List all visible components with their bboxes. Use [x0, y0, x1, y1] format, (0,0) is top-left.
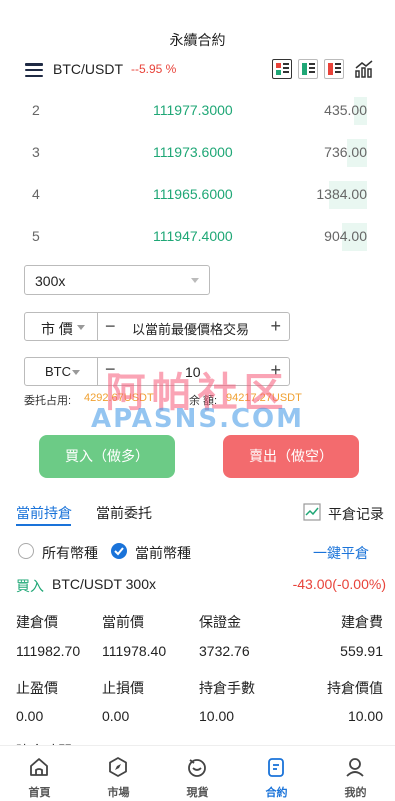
tabbar-contract[interactable]: 合約 [237, 746, 316, 801]
quantity-unit-label: BTC [45, 364, 71, 379]
tabbar-contract-label: 合約 [265, 787, 288, 799]
quantity-unit-select[interactable]: BTC [25, 358, 98, 385]
quantity-minus-button[interactable]: − [105, 359, 116, 380]
page-title: 永續合約 [169, 32, 226, 48]
order-book-qty: 736.00 [324, 144, 367, 160]
order-book-row[interactable]: 2 111977.3000 435.00 [0, 90, 395, 132]
active-tab-indicator [16, 524, 71, 526]
order-book-row[interactable]: 4 111965.6000 1384.00 [0, 174, 395, 216]
position-tabs: 當前持倉 當前委托 平倉记录 [0, 503, 395, 527]
order-book-price: 111973.6000 [153, 144, 233, 160]
position-field-label: 止盈價 [16, 680, 58, 696]
position-field-label: 建倉費 [341, 614, 383, 630]
price-plus-button[interactable]: + [270, 316, 281, 337]
watermark-url: APASNS.COM [90, 404, 305, 434]
position-field-value: 10.00 [199, 708, 235, 724]
order-type-label: 市 價 [41, 321, 73, 337]
tabbar-home[interactable]: 首頁 [0, 746, 79, 801]
order-book-index: 2 [32, 102, 40, 118]
tabbar-market-label: 市場 [107, 787, 130, 799]
tabbar-spot[interactable]: 現貨 [158, 746, 237, 801]
buy-long-button[interactable]: 買入（做多） [39, 435, 175, 478]
tabbar-home-label: 首頁 [28, 787, 51, 799]
leverage-select[interactable]: 300x [24, 265, 210, 295]
tab-current-orders[interactable]: 當前委托 [96, 503, 152, 523]
position-field-value: 3732.76 [199, 643, 250, 659]
order-book-row[interactable]: 5 111947.4000 904.00 [0, 216, 395, 258]
user-icon [346, 758, 364, 777]
book-both-view-icon[interactable] [272, 59, 292, 79]
best-price-text: 以當前最優價格交易 [132, 322, 250, 337]
position-field-label: 止損價 [102, 680, 144, 696]
order-book-qty: 435.00 [324, 102, 367, 118]
order-book-qty: 904.00 [324, 228, 367, 244]
order-book-price: 111947.4000 [153, 228, 233, 244]
current-symbol-radio[interactable] [111, 543, 127, 559]
spot-icon [188, 759, 206, 777]
compass-icon [109, 757, 127, 777]
margin-value: 4292.67USDT [84, 392, 154, 404]
menu-icon[interactable] [25, 63, 43, 78]
kline-chart-icon[interactable] [354, 59, 374, 79]
position-field-value: 10.00 [347, 708, 383, 724]
leverage-value: 300x [35, 273, 66, 289]
all-symbols-label: 所有幣種 [42, 545, 98, 561]
tabbar-spot-label: 現貨 [186, 787, 209, 799]
position-field-value: 111978.40 [102, 643, 167, 659]
position-field-label: 當前價 [102, 614, 144, 630]
position-field-value: 0.00 [16, 708, 44, 724]
position-field-value: 0.00 [102, 708, 130, 724]
quantity-row: BTC − 10 + [24, 357, 290, 386]
contract-header: BTC/USDT --5.95 % [0, 58, 395, 84]
position-pnl: -43.00(-0.00%) [292, 576, 386, 592]
position-field-value: 559.91 [340, 643, 383, 659]
order-book-qty: 1384.00 [316, 186, 367, 202]
quantity-input[interactable]: 10 [185, 364, 201, 380]
funds-info: 委托占用: 4292.67USDT 余 額: 94217.27USDT [24, 392, 384, 407]
position-field-label: 保證金 [199, 614, 241, 630]
all-symbols-radio[interactable] [18, 543, 34, 559]
home-icon [30, 758, 48, 776]
order-book-index: 4 [32, 186, 40, 202]
position-field-label: 建倉價 [16, 614, 58, 630]
position-header: 買入 BTC/USDT 300x -43.00(-0.00%) [16, 576, 386, 594]
order-book-row[interactable]: 3 111973.6000 736.00 [0, 132, 395, 174]
chevron-down-icon [77, 325, 85, 330]
balance-label: 余 額: [189, 395, 218, 407]
tabbar-market[interactable]: 市場 [79, 746, 158, 801]
order-book-price: 111965.6000 [153, 186, 233, 202]
position-field-label: 持倉手數 [199, 680, 255, 696]
bottom-tab-bar: 首頁 市場 現貨 合約 我的 [0, 745, 395, 801]
pair-symbol[interactable]: BTC/USDT [53, 61, 123, 77]
order-type-select[interactable]: 市 價 [25, 313, 98, 340]
position-field-label: 持倉價值 [327, 680, 383, 696]
symbol-filter: 所有幣種 當前幣種 一鍵平倉 [0, 541, 395, 561]
close-history-label: 平倉记录 [328, 506, 384, 522]
balance-value: 94217.27USDT [226, 392, 302, 404]
book-bids-view-icon[interactable] [298, 59, 318, 79]
tabbar-profile-label: 我的 [344, 787, 367, 799]
position-symbol: BTC/USDT 300x [52, 576, 156, 592]
position-field-value: 111982.70 [16, 643, 81, 659]
chevron-down-icon [72, 370, 80, 375]
quantity-plus-button[interactable]: + [270, 360, 281, 381]
position-side: 買入 [16, 578, 44, 594]
order-type-row: 市 價 − 以當前最優價格交易 + [24, 312, 290, 341]
price-change: --5.95 % [131, 62, 177, 76]
sell-short-button[interactable]: 賣出（做空） [223, 435, 359, 478]
chevron-down-icon [191, 278, 199, 283]
order-book-index: 5 [32, 228, 40, 244]
close-all-button[interactable]: 一鍵平倉 [313, 543, 369, 563]
current-symbol-label: 當前幣種 [135, 545, 191, 561]
tab-current-positions[interactable]: 當前持倉 [16, 503, 72, 523]
price-minus-button[interactable]: − [105, 316, 116, 337]
margin-label: 委托占用: [24, 395, 72, 407]
contract-icon [268, 758, 284, 777]
order-book-price: 111977.3000 [153, 102, 233, 118]
order-book-index: 3 [32, 144, 40, 160]
line-chart-icon [303, 503, 321, 521]
book-asks-view-icon[interactable] [324, 59, 344, 79]
tabbar-profile[interactable]: 我的 [316, 746, 395, 801]
